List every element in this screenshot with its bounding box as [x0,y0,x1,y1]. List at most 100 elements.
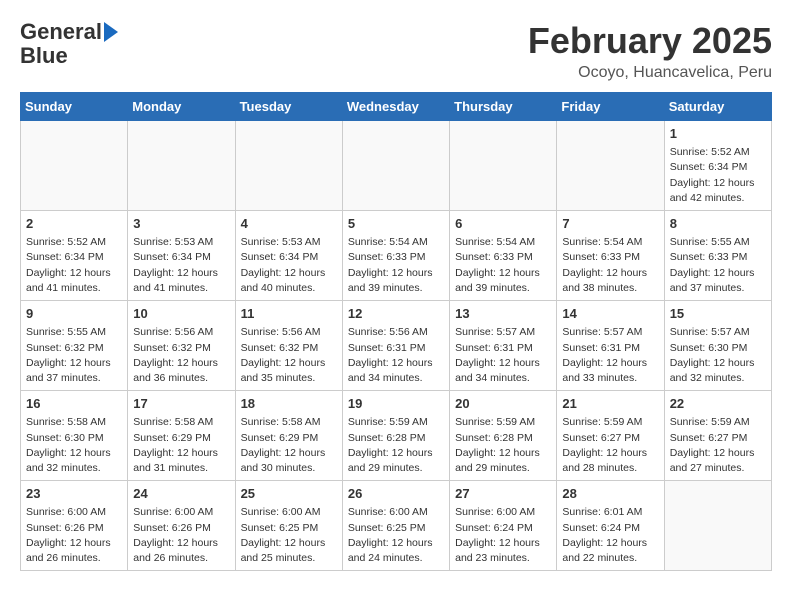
day-number: 16 [26,395,122,413]
table-row: 24 Sunrise: 6:00 AMSunset: 6:26 PMDayligh… [128,481,235,571]
logo-blue: Blue [20,44,68,68]
day-info: Sunrise: 5:55 AMSunset: 6:32 PMDaylight:… [26,325,122,386]
table-row [235,121,342,211]
day-info: Sunrise: 5:59 AMSunset: 6:27 PMDaylight:… [562,415,658,476]
table-row: 16 Sunrise: 5:58 AMSunset: 6:30 PMDayligh… [21,391,128,481]
day-number: 2 [26,215,122,233]
calendar-table: Sunday Monday Tuesday Wednesday Thursday… [20,92,772,571]
col-thursday: Thursday [450,93,557,121]
day-info: Sunrise: 5:54 AMSunset: 6:33 PMDaylight:… [562,235,658,296]
day-number: 26 [348,485,444,503]
table-row: 28 Sunrise: 6:01 AMSunset: 6:24 PMDayligh… [557,481,664,571]
table-row: 19 Sunrise: 5:59 AMSunset: 6:28 PMDayligh… [342,391,449,481]
table-row: 27 Sunrise: 6:00 AMSunset: 6:24 PMDayligh… [450,481,557,571]
col-tuesday: Tuesday [235,93,342,121]
day-number: 3 [133,215,229,233]
table-row: 1 Sunrise: 5:52 AMSunset: 6:34 PMDaylight… [664,121,771,211]
day-info: Sunrise: 5:52 AMSunset: 6:34 PMDaylight:… [670,145,766,206]
day-number: 20 [455,395,551,413]
day-info: Sunrise: 6:00 AMSunset: 6:26 PMDaylight:… [133,505,229,566]
calendar-week-row: 9 Sunrise: 5:55 AMSunset: 6:32 PMDaylight… [21,301,772,391]
day-info: Sunrise: 5:55 AMSunset: 6:33 PMDaylight:… [670,235,766,296]
table-row: 15 Sunrise: 5:57 AMSunset: 6:30 PMDayligh… [664,301,771,391]
day-info: Sunrise: 6:01 AMSunset: 6:24 PMDaylight:… [562,505,658,566]
page-header: General Blue February 2025 Ocoyo, Huanca… [20,20,772,82]
day-info: Sunrise: 5:59 AMSunset: 6:28 PMDaylight:… [348,415,444,476]
day-info: Sunrise: 5:59 AMSunset: 6:28 PMDaylight:… [455,415,551,476]
day-number: 4 [241,215,337,233]
table-row: 10 Sunrise: 5:56 AMSunset: 6:32 PMDayligh… [128,301,235,391]
table-row: 18Sunrise: 5:58 AMSunset: 6:29 PMDayligh… [235,391,342,481]
table-row: 2Sunrise: 5:52 AMSunset: 6:34 PMDaylight… [21,211,128,301]
calendar-header-row: Sunday Monday Tuesday Wednesday Thursday… [21,93,772,121]
day-number: 21 [562,395,658,413]
day-number: 9 [26,305,122,323]
day-info: Sunrise: 5:59 AMSunset: 6:27 PMDaylight:… [670,415,766,476]
day-info: Sunrise: 5:57 AMSunset: 6:30 PMDaylight:… [670,325,766,386]
table-row: 11 Sunrise: 5:56 AMSunset: 6:32 PMDayligh… [235,301,342,391]
calendar-week-row: 23Sunrise: 6:00 AMSunset: 6:26 PMDayligh… [21,481,772,571]
logo: General Blue [20,20,118,68]
col-wednesday: Wednesday [342,93,449,121]
logo-general: General [20,20,102,44]
month-title: February 2025 [528,20,772,62]
col-saturday: Saturday [664,93,771,121]
day-number: 19 [348,395,444,413]
table-row: 14Sunrise: 5:57 AMSunset: 6:31 PMDayligh… [557,301,664,391]
table-row: 4 Sunrise: 5:53 AMSunset: 6:34 PMDaylight… [235,211,342,301]
day-info: Sunrise: 5:54 AMSunset: 6:33 PMDaylight:… [455,235,551,296]
day-number: 22 [670,395,766,413]
day-info: Sunrise: 6:00 AMSunset: 6:24 PMDaylight:… [455,505,551,566]
table-row [450,121,557,211]
day-number: 10 [133,305,229,323]
location: Ocoyo, Huancavelica, Peru [528,64,772,82]
logo-arrow-icon [104,22,118,42]
day-info: Sunrise: 5:53 AMSunset: 6:34 PMDaylight:… [133,235,229,296]
day-number: 18 [241,395,337,413]
day-number: 5 [348,215,444,233]
table-row: 21 Sunrise: 5:59 AMSunset: 6:27 PMDayligh… [557,391,664,481]
day-info: Sunrise: 5:56 AMSunset: 6:31 PMDaylight:… [348,325,444,386]
table-row: 8 Sunrise: 5:55 AMSunset: 6:33 PMDaylight… [664,211,771,301]
table-row: 3 Sunrise: 5:53 AMSunset: 6:34 PMDaylight… [128,211,235,301]
day-info: Sunrise: 5:54 AMSunset: 6:33 PMDaylight:… [348,235,444,296]
table-row: 22 Sunrise: 5:59 AMSunset: 6:27 PMDayligh… [664,391,771,481]
day-info: Sunrise: 5:56 AMSunset: 6:32 PMDaylight:… [133,325,229,386]
day-number: 6 [455,215,551,233]
day-number: 15 [670,305,766,323]
day-info: Sunrise: 6:00 AMSunset: 6:25 PMDaylight:… [241,505,337,566]
day-number: 11 [241,305,337,323]
table-row [664,481,771,571]
table-row [21,121,128,211]
day-info: Sunrise: 6:00 AMSunset: 6:25 PMDaylight:… [348,505,444,566]
table-row: 26 Sunrise: 6:00 AMSunset: 6:25 PMDayligh… [342,481,449,571]
calendar-week-row: 2Sunrise: 5:52 AMSunset: 6:34 PMDaylight… [21,211,772,301]
col-monday: Monday [128,93,235,121]
table-row: 25 Sunrise: 6:00 AMSunset: 6:25 PMDayligh… [235,481,342,571]
calendar-week-row: 1 Sunrise: 5:52 AMSunset: 6:34 PMDaylight… [21,121,772,211]
day-info: Sunrise: 6:00 AMSunset: 6:26 PMDaylight:… [26,505,122,566]
table-row: 5 Sunrise: 5:54 AMSunset: 6:33 PMDaylight… [342,211,449,301]
col-sunday: Sunday [21,93,128,121]
day-info: Sunrise: 5:57 AMSunset: 6:31 PMDaylight:… [455,325,551,386]
col-friday: Friday [557,93,664,121]
day-number: 1 [670,125,766,143]
day-number: 28 [562,485,658,503]
day-number: 7 [562,215,658,233]
day-number: 25 [241,485,337,503]
title-area: February 2025 Ocoyo, Huancavelica, Peru [528,20,772,82]
day-number: 24 [133,485,229,503]
day-number: 27 [455,485,551,503]
table-row: 17Sunrise: 5:58 AMSunset: 6:29 PMDayligh… [128,391,235,481]
table-row [557,121,664,211]
day-number: 8 [670,215,766,233]
table-row: 20 Sunrise: 5:59 AMSunset: 6:28 PMDayligh… [450,391,557,481]
day-info: Sunrise: 5:56 AMSunset: 6:32 PMDaylight:… [241,325,337,386]
day-number: 14 [562,305,658,323]
table-row: 9 Sunrise: 5:55 AMSunset: 6:32 PMDaylight… [21,301,128,391]
day-number: 17 [133,395,229,413]
calendar-week-row: 16 Sunrise: 5:58 AMSunset: 6:30 PMDayligh… [21,391,772,481]
table-row [342,121,449,211]
day-info: Sunrise: 5:58 AMSunset: 6:30 PMDaylight:… [26,415,122,476]
day-info: Sunrise: 5:53 AMSunset: 6:34 PMDaylight:… [241,235,337,296]
